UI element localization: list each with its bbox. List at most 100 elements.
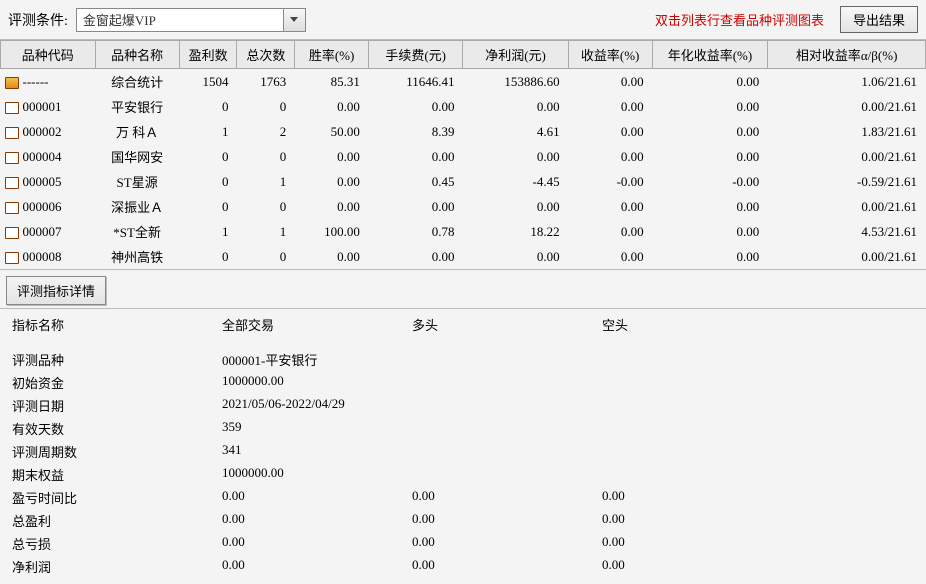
detail-cell (602, 419, 752, 438)
cell: 0.00 (368, 244, 463, 269)
chevron-down-icon[interactable] (283, 9, 305, 31)
cell: 0.00 (368, 94, 463, 119)
table-header-1[interactable]: 品种名称 (95, 41, 179, 69)
cell: 000008 (1, 244, 96, 269)
cell: 0.00 (568, 144, 652, 169)
cell: 1 (237, 219, 295, 244)
cell: 0 (179, 244, 237, 269)
cell: 2 (237, 119, 295, 144)
cell: 0.00 (652, 119, 768, 144)
export-button[interactable]: 导出结果 (840, 6, 918, 33)
detail-cell: 0.00 (222, 557, 412, 576)
table-header-3[interactable]: 总次数 (237, 41, 295, 69)
table-row[interactable]: 000004国华网安000.000.000.000.000.000.00/21.… (1, 144, 926, 169)
row-icon (5, 127, 19, 139)
cell: 深振业Ａ (95, 194, 179, 219)
hint-text: 双击列表行查看品种评测图表 (655, 10, 832, 29)
cell: 万 科Ａ (95, 119, 179, 144)
detail-cell: 0.00 (602, 534, 752, 553)
detail-cell (412, 442, 602, 461)
cell: 11646.41 (368, 69, 463, 95)
table-header-7[interactable]: 收益率(%) (568, 41, 652, 69)
condition-dropdown[interactable]: 金窗起爆VIP (76, 8, 306, 32)
table-row[interactable]: 000007*ST全新11100.000.7818.220.000.004.53… (1, 219, 926, 244)
cell: 000004 (1, 144, 96, 169)
detail-cell: 0.00 (602, 488, 752, 507)
cell: 0.78 (368, 219, 463, 244)
cell: 0.45 (368, 169, 463, 194)
cell: 0.00 (652, 69, 768, 95)
table-header-4[interactable]: 胜率(%) (295, 41, 369, 69)
cell: 000006 (1, 194, 96, 219)
cell: 0.00 (652, 219, 768, 244)
detail-cell: 有效天数 (12, 419, 222, 438)
detail-cell: 0.00 (412, 557, 602, 576)
row-icon (5, 202, 19, 214)
detail-cell (602, 396, 752, 415)
cell: 0.00 (295, 194, 369, 219)
cell: 0.00 (568, 69, 652, 95)
detail-row: 期末权益1000000.00 (12, 463, 914, 486)
table-header-row: 品种代码品种名称盈利数总次数胜率(%)手续费(元)净利润(元)收益率(%)年化收… (1, 41, 926, 69)
table-row[interactable]: 000001平安银行000.000.000.000.000.000.00/21.… (1, 94, 926, 119)
table-header-6[interactable]: 净利润(元) (463, 41, 568, 69)
main-table: 品种代码品种名称盈利数总次数胜率(%)手续费(元)净利润(元)收益率(%)年化收… (0, 40, 926, 269)
cell: 0.00 (568, 94, 652, 119)
detail-row: 评测周期数341 (12, 440, 914, 463)
cell: 153886.60 (463, 69, 568, 95)
detail-cell (602, 442, 752, 461)
cell: 综合统计 (95, 69, 179, 95)
cell: 0.00/21.61 (768, 144, 926, 169)
cell: 000001 (1, 94, 96, 119)
table-header-2[interactable]: 盈利数 (179, 41, 237, 69)
detail-cell: 盈亏时间比 (12, 488, 222, 507)
detail-row: 盈亏时间比0.000.000.00 (12, 486, 914, 509)
table-header-0[interactable]: 品种代码 (1, 41, 96, 69)
table-header-9[interactable]: 相对收益率α/β(%) (768, 41, 926, 69)
cell: 神州高铁 (95, 244, 179, 269)
row-icon (5, 177, 19, 189)
detail-header: 指标名称 全部交易 多头 空头 (12, 315, 914, 334)
table-header-5[interactable]: 手续费(元) (368, 41, 463, 69)
cell: 0 (179, 144, 237, 169)
detail-row: 总亏损0.000.000.00 (12, 532, 914, 555)
detail-col-indicator: 指标名称 (12, 315, 222, 334)
detail-row: 净利润0.000.000.00 (12, 555, 914, 578)
detail-cell: 期末权益 (12, 465, 222, 484)
cell: 0.00 (568, 119, 652, 144)
detail-cell (412, 396, 602, 415)
detail-cell (602, 350, 752, 369)
row-icon (5, 77, 19, 89)
detail-cell: 0.00 (412, 488, 602, 507)
main-table-wrap[interactable]: 品种代码品种名称盈利数总次数胜率(%)手续费(元)净利润(元)收益率(%)年化收… (0, 40, 926, 269)
cell: 0.00 (568, 244, 652, 269)
detail-cell (412, 373, 602, 392)
cell: -0.00 (652, 169, 768, 194)
detail-tab[interactable]: 评测指标详情 (6, 276, 106, 305)
cell: 000007 (1, 219, 96, 244)
cell: 0 (237, 244, 295, 269)
table-row[interactable]: 000002万 科Ａ1250.008.394.610.000.001.83/21… (1, 119, 926, 144)
cell: -0.00 (568, 169, 652, 194)
table-row[interactable]: 000008神州高铁000.000.000.000.000.000.00/21.… (1, 244, 926, 269)
detail-cell: 000001-平安银行 (222, 350, 412, 369)
cell: 1 (179, 119, 237, 144)
cell: 4.61 (463, 119, 568, 144)
detail-col-short: 空头 (602, 315, 628, 334)
table-body: ------综合统计1504176385.3111646.41153886.60… (1, 69, 926, 270)
cell: 0.00 (652, 94, 768, 119)
detail-cell: 评测周期数 (12, 442, 222, 461)
row-icon (5, 152, 19, 164)
table-row[interactable]: 000005ST星源010.000.45-4.45-0.00-0.00-0.59… (1, 169, 926, 194)
table-row[interactable]: 000006深振业Ａ000.000.000.000.000.000.00/21.… (1, 194, 926, 219)
cell: 0 (179, 94, 237, 119)
table-row[interactable]: ------综合统计1504176385.3111646.41153886.60… (1, 69, 926, 95)
detail-cell (412, 465, 602, 484)
cell: 18.22 (463, 219, 568, 244)
cell: 0 (237, 144, 295, 169)
table-header-8[interactable]: 年化收益率(%) (652, 41, 768, 69)
cell: *ST全新 (95, 219, 179, 244)
cell: ------ (1, 69, 96, 95)
cell: 0.00 (652, 144, 768, 169)
cell: 0.00/21.61 (768, 194, 926, 219)
